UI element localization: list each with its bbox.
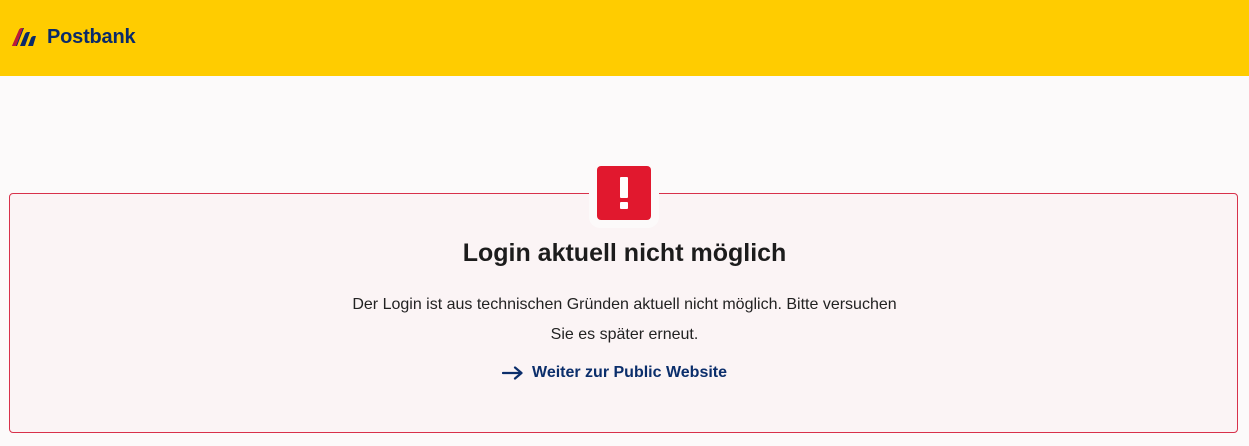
postbank-logo-icon: [10, 27, 40, 47]
brand-name: Postbank: [47, 25, 136, 48]
postbank-logo-link[interactable]: Postbank: [10, 23, 136, 51]
public-website-link[interactable]: Weiter zur Public Website: [502, 364, 727, 382]
header-bar: Postbank: [0, 0, 1249, 76]
alert-title: Login aktuell nicht möglich: [462, 239, 787, 267]
arrow-right-icon: [502, 366, 532, 380]
alert-message: Der Login ist aus technischen Gründen ak…: [352, 296, 897, 343]
public-website-link-label: Weiter zur Public Website: [532, 364, 728, 381]
exclamation-icon: [597, 166, 651, 220]
